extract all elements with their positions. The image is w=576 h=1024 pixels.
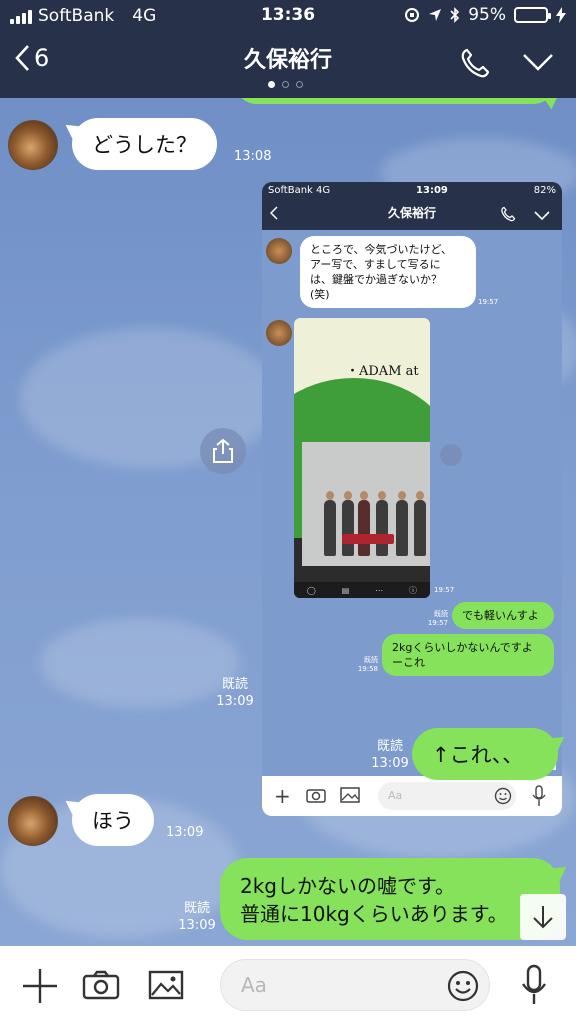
read-receipt: 既読 19:58 xyxy=(354,656,378,674)
screenshot-header: SoftBank 4G 13:09 82% 久保裕行 xyxy=(262,182,562,230)
page-dot xyxy=(268,81,275,88)
photo-caption: ・ADAM at xyxy=(346,364,419,379)
orientation-lock-icon xyxy=(405,8,420,22)
phone-icon[interactable] xyxy=(459,47,491,79)
share-icon xyxy=(440,444,462,466)
arrow-down-icon xyxy=(533,906,553,929)
page-dot xyxy=(296,81,303,88)
top-bar: SoftBank 4G 13:36 95% 6 久保裕行 xyxy=(0,0,576,98)
read-receipt: 既読 13:09 xyxy=(210,676,260,710)
battery-icon xyxy=(514,7,551,23)
microphone-icon xyxy=(532,785,546,806)
message-bubble[interactable]: 2kgしかないの嘘です。 普通に10kgくらいあります。 xyxy=(220,858,560,940)
message-time: 13:09 xyxy=(166,825,204,840)
screenshot-battery: 82% xyxy=(533,185,556,196)
camera-icon xyxy=(306,789,326,803)
message-line: (笑) xyxy=(310,288,330,301)
screenshot-input-bar: + Aa xyxy=(262,776,562,816)
location-icon xyxy=(429,9,442,21)
message-time: 13:09 xyxy=(216,694,254,709)
page-indicator xyxy=(268,81,303,88)
message-time: 19:58 xyxy=(357,665,378,673)
message-input[interactable]: Aa xyxy=(220,959,490,1011)
message-time: 13:09 xyxy=(371,756,409,771)
emoji-icon xyxy=(494,787,512,805)
photo-message: ・ADAM at ◯ ▤ ⋯ ⓘ xyxy=(294,318,430,598)
microphone-icon[interactable] xyxy=(520,964,548,1006)
emoji-icon[interactable] xyxy=(447,970,479,1002)
message-bubble: 2kgくらいしかないんですよ ーこれ xyxy=(382,634,554,676)
status-bar: SoftBank 4G 13:36 95% xyxy=(0,0,576,32)
read-label: 既読 xyxy=(434,610,448,618)
screenshot-network: 4G xyxy=(316,185,331,196)
screenshot-title: 久保裕行 xyxy=(387,206,436,220)
screenshot-carrier: SoftBank xyxy=(268,185,313,196)
message-text: ↑これ、、 xyxy=(432,743,524,767)
read-label: 既読 xyxy=(364,656,378,664)
read-label: 既読 xyxy=(183,901,210,916)
message-bubble[interactable]: どうした？ xyxy=(72,118,217,170)
message-time: 19:57 xyxy=(434,586,455,594)
avatar xyxy=(266,238,292,264)
chat-area[interactable]: どうした？ 13:08 既読 13:09 SoftBank 4G 13:09 8… xyxy=(0,98,576,946)
scroll-down-button[interactable] xyxy=(520,894,566,940)
message-line: ところで、今気づいたけど、 xyxy=(310,243,453,256)
message-text: でも軽いんすよ xyxy=(462,609,539,622)
avatar[interactable] xyxy=(8,796,58,846)
share-button[interactable] xyxy=(200,428,246,474)
chevron-down-icon xyxy=(534,211,550,221)
image-icon[interactable] xyxy=(148,970,184,1000)
plus-icon: + xyxy=(274,784,291,808)
message-line: は、鍵盤でか過ぎないか？ xyxy=(310,273,442,286)
battery-percent: 95% xyxy=(468,5,506,25)
message-bubble-partial xyxy=(236,98,554,104)
read-receipt: 既読 13:09 xyxy=(168,900,226,934)
input-bar: Aa xyxy=(0,946,576,1024)
read-label: 既読 xyxy=(376,739,403,754)
avatar xyxy=(266,320,292,346)
camera-icon[interactable] xyxy=(82,970,120,1000)
message-bubble: ところで、今気づいたけど、 アー写で、すまして写るに は、鍵盤でか過ぎないか？ … xyxy=(300,236,476,308)
message-bubble[interactable]: ↑これ、、 xyxy=(412,728,558,780)
charging-icon xyxy=(556,7,566,23)
page-dot xyxy=(282,81,289,88)
plus-icon[interactable] xyxy=(22,968,58,1004)
message-time: 13:08 xyxy=(234,149,272,164)
share-icon xyxy=(213,438,233,463)
read-receipt: 既読 19:57 xyxy=(424,610,448,628)
screenshot-image[interactable]: SoftBank 4G 13:09 82% 久保裕行 ところで、今気づいたけど、… xyxy=(262,182,562,816)
chevron-down-icon[interactable] xyxy=(522,52,554,72)
message-bubble[interactable]: ほう xyxy=(72,794,154,846)
message-text: どうした？ xyxy=(92,133,197,157)
message-time: 19:57 xyxy=(478,298,499,306)
bluetooth-icon xyxy=(450,7,460,23)
message-line: 2kgしかないの嘘です。 xyxy=(240,874,456,898)
message-time: 19:57 xyxy=(427,619,448,627)
message-time: 13:09 xyxy=(178,918,216,933)
message-text: ほう xyxy=(92,809,134,833)
band-photo xyxy=(302,442,430,566)
read-receipt: 既読 13:09 xyxy=(362,738,418,772)
image-icon xyxy=(340,787,360,803)
photo-toolbar: ◯ ▤ ⋯ ⓘ xyxy=(294,582,430,598)
input-placeholder: Aa xyxy=(241,973,267,997)
read-label: 既読 xyxy=(221,677,248,692)
message-line: 普通に10kgくらいあります。 xyxy=(240,902,508,926)
message-line: 2kgくらいしかないんですよ xyxy=(392,641,533,654)
input-placeholder: Aa xyxy=(388,789,403,802)
message-line: ーこれ xyxy=(392,656,425,669)
phone-icon xyxy=(501,206,516,222)
message-line: アー写で、すまして写るに xyxy=(310,258,441,271)
avatar[interactable] xyxy=(8,120,58,170)
message-bubble: でも軽いんすよ xyxy=(452,602,554,629)
screenshot-time: 13:09 xyxy=(416,185,448,196)
